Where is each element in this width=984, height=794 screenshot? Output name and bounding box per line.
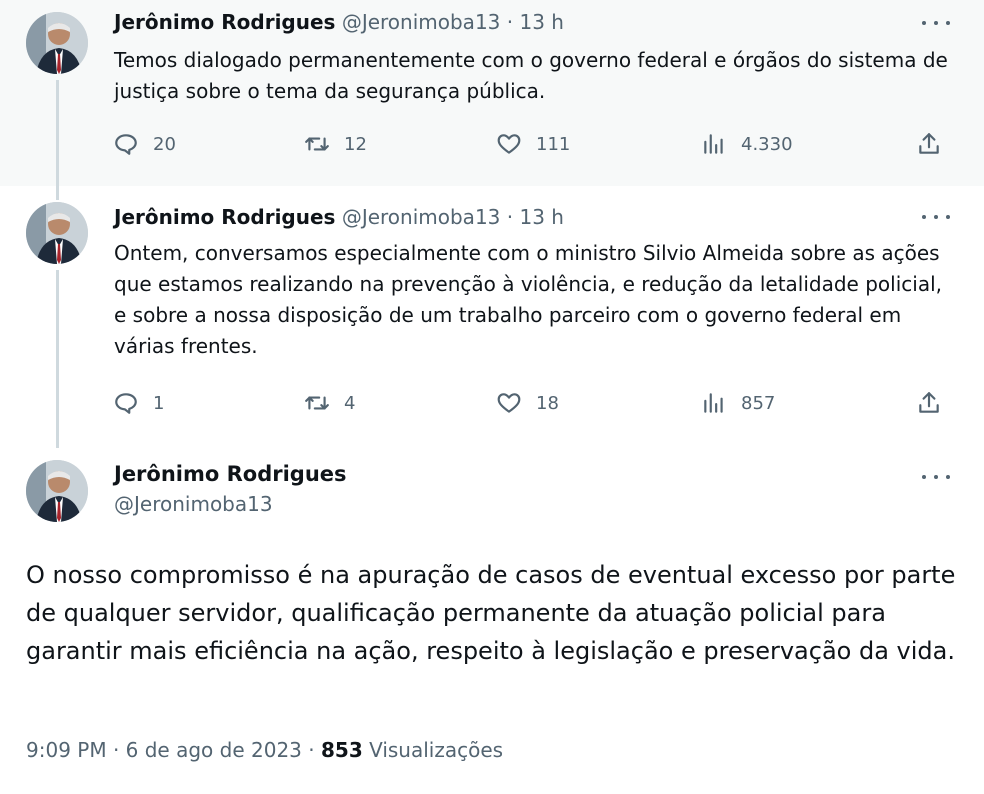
avatar[interactable] xyxy=(26,460,88,522)
views-count: 857 xyxy=(741,392,776,414)
author-name[interactable]: Jerônimo Rodrigues xyxy=(114,10,335,34)
retweet-count: 4 xyxy=(344,392,356,414)
avatar[interactable] xyxy=(26,202,88,264)
heart-icon xyxy=(497,134,521,154)
tweet-2[interactable]: Jerônimo Rodrigues @Jeronimoba13 · 13 h … xyxy=(0,186,984,448)
tweet-header: Jerônimo Rodrigues @Jeronimoba13 · 13 h xyxy=(114,204,564,230)
retweet-icon xyxy=(305,137,329,151)
views-count: 4.330 xyxy=(741,133,793,155)
views-button[interactable]: 4.330 xyxy=(701,131,793,157)
reply-icon xyxy=(115,134,137,155)
author-name[interactable]: Jerônimo Rodrigues xyxy=(114,205,335,229)
author-name[interactable]: Jerônimo Rodrigues xyxy=(114,462,347,486)
author-handle[interactable]: @Jeronimoba13 xyxy=(342,205,501,229)
author-handle[interactable]: @Jeronimoba13 xyxy=(114,492,273,516)
tweet-text: Ontem, conversamos especialmente com o m… xyxy=(114,241,942,358)
more-dots-icon[interactable] xyxy=(922,14,950,32)
reply-icon xyxy=(115,393,137,414)
tweet-1[interactable]: Jerônimo Rodrigues @Jeronimoba13 · 13 h … xyxy=(0,0,984,186)
tweet-footer: 9:09 PM · 6 de ago de 2023 · 853 Visuali… xyxy=(26,738,503,762)
views-chart-icon xyxy=(704,134,723,154)
views-chart-icon xyxy=(704,393,723,413)
action-bar: 1 4 18 857 xyxy=(0,390,984,420)
like-button[interactable]: 18 xyxy=(496,390,559,416)
share-icon xyxy=(919,133,939,154)
more-dots-icon[interactable] xyxy=(922,468,950,486)
tweet-time[interactable]: · 13 h xyxy=(507,10,564,34)
tweet-text: Temos dialogado permanentemente com o go… xyxy=(114,48,948,103)
author-handle[interactable]: @Jeronimoba13 xyxy=(342,10,501,34)
tweet-header: Jerônimo Rodrigues @Jeronimoba13 · 13 h xyxy=(114,9,564,35)
reply-button[interactable]: 20 xyxy=(113,131,176,157)
retweet-button[interactable]: 4 xyxy=(304,390,355,416)
share-icon xyxy=(919,392,939,413)
tweet-text: O nosso compromisso é na apuração de cas… xyxy=(26,561,956,665)
share-button[interactable] xyxy=(916,390,942,416)
share-button[interactable] xyxy=(916,131,942,157)
like-count: 18 xyxy=(536,392,559,414)
thread-line xyxy=(56,186,59,200)
like-button[interactable]: 111 xyxy=(496,131,570,157)
retweet-button[interactable]: 12 xyxy=(304,131,367,157)
reply-count: 1 xyxy=(153,392,165,414)
views-button[interactable]: 857 xyxy=(701,390,775,416)
thread-line xyxy=(56,270,59,448)
views-number[interactable]: 853 xyxy=(321,738,363,762)
action-bar: 20 12 111 4.330 xyxy=(0,131,984,161)
reply-button[interactable]: 1 xyxy=(113,390,164,416)
main-tweet: Jerônimo Rodrigues @Jeronimoba13 O nosso… xyxy=(0,448,984,794)
retweet-count: 12 xyxy=(344,133,367,155)
tweet-time[interactable]: · 13 h xyxy=(507,205,564,229)
heart-icon xyxy=(497,393,521,413)
tweet-timestamp[interactable]: 9:09 PM · 6 de ago de 2023 · xyxy=(26,738,321,762)
like-count: 111 xyxy=(536,133,571,155)
views-label[interactable]: Visualizações xyxy=(363,738,503,762)
retweet-icon xyxy=(305,396,329,410)
avatar[interactable] xyxy=(26,12,88,74)
reply-count: 20 xyxy=(153,133,176,155)
more-dots-icon[interactable] xyxy=(922,208,950,226)
